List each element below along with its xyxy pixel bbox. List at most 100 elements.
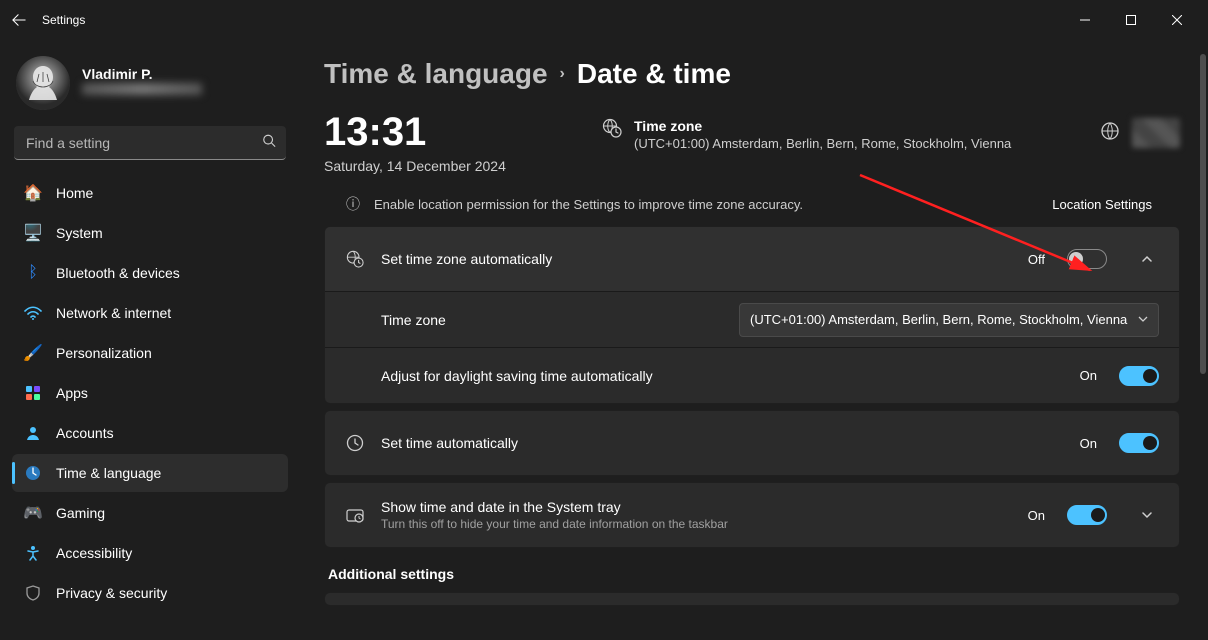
shield-icon — [24, 584, 42, 602]
systray-toggle[interactable] — [1067, 505, 1107, 525]
accessibility-icon — [24, 544, 42, 562]
taskbar-clock-icon — [345, 506, 365, 524]
location-settings-link[interactable]: Location Settings — [1052, 197, 1152, 212]
sidebar-item-accounts[interactable]: Accounts — [12, 414, 288, 452]
user-email — [82, 83, 202, 95]
chevron-down-icon — [1138, 312, 1148, 327]
globe-clock-icon — [345, 250, 365, 268]
systray-card: Show time and date in the System tray Tu… — [324, 482, 1180, 548]
maximize-button[interactable] — [1108, 4, 1154, 36]
current-time: 13:31 — [324, 112, 574, 152]
select-value: (UTC+01:00) Amsterdam, Berlin, Bern, Rom… — [750, 312, 1127, 327]
globe-clock-icon — [602, 118, 622, 143]
auto-time-card: Set time automatically On — [324, 410, 1180, 476]
row-title: Show time and date in the System tray — [381, 499, 1012, 515]
sidebar-item-label: System — [56, 225, 103, 241]
region-block — [1100, 118, 1180, 148]
collapse-button[interactable] — [1135, 247, 1159, 271]
gamepad-icon: 🎮 — [24, 504, 42, 522]
header-row: 13:31 Saturday, 14 December 2024 Time zo… — [324, 112, 1180, 174]
breadcrumb-current: Date & time — [577, 58, 731, 90]
auto-time-row: Set time automatically On — [325, 411, 1179, 475]
breadcrumb: Time & language › Date & time — [324, 58, 1180, 90]
sidebar-item-label: Apps — [56, 385, 88, 401]
user-name: Vladimir P. — [82, 66, 202, 82]
section-header-additional: Additional settings — [328, 566, 1180, 582]
sidebar-item-label: Accounts — [56, 425, 114, 441]
home-icon: 🏠 — [24, 184, 42, 202]
timezone-label: Time zone — [634, 118, 1011, 134]
apps-icon — [24, 384, 42, 402]
search-wrap — [14, 126, 286, 160]
dst-toggle[interactable] — [1119, 366, 1159, 386]
search-icon — [262, 134, 276, 153]
row-subtitle: Turn this off to hide your time and date… — [381, 517, 1012, 531]
sidebar-item-apps[interactable]: Apps — [12, 374, 288, 412]
sidebar-item-gaming[interactable]: 🎮 Gaming — [12, 494, 288, 532]
row-title: Adjust for daylight saving time automati… — [381, 368, 1064, 384]
clock-icon — [345, 434, 365, 452]
maximize-icon — [1126, 15, 1136, 25]
sidebar-item-personalization[interactable]: 🖌️ Personalization — [12, 334, 288, 372]
nav-list: 🏠 Home 🖥️ System ᛒBluetooth & devices Netw… — [12, 174, 288, 612]
sidebar-item-privacy[interactable]: Privacy & security — [12, 574, 288, 612]
sidebar-item-label: Gaming — [56, 505, 105, 521]
sidebar: Vladimir P. 🏠 Home 🖥️ System ᛒBluetooth & … — [0, 40, 300, 640]
window-controls — [1062, 4, 1200, 36]
sidebar-item-network[interactable]: Network & internet — [12, 294, 288, 332]
timezone-select[interactable]: (UTC+01:00) Amsterdam, Berlin, Bern, Rom… — [739, 303, 1159, 337]
sidebar-item-time-language[interactable]: Time & language — [12, 454, 288, 492]
brush-icon: 🖌️ — [24, 344, 42, 362]
auto-time-toggle[interactable] — [1119, 433, 1159, 453]
scrollbar[interactable] — [1200, 54, 1206, 374]
sidebar-item-label: Bluetooth & devices — [56, 265, 180, 281]
chevron-down-icon — [1141, 509, 1153, 521]
sidebar-item-label: Time & language — [56, 465, 161, 481]
sidebar-item-home[interactable]: 🏠 Home — [12, 174, 288, 212]
back-button[interactable] — [8, 9, 30, 31]
sidebar-item-label: Home — [56, 185, 93, 201]
globe-icon — [1100, 121, 1120, 146]
systray-row: Show time and date in the System tray Tu… — [325, 483, 1179, 547]
wifi-icon — [24, 304, 42, 322]
clock-globe-icon — [24, 464, 42, 482]
user-profile[interactable]: Vladimir P. — [12, 40, 288, 124]
toggle-state: On — [1080, 368, 1097, 383]
toggle-state: On — [1028, 508, 1045, 523]
system-icon: 🖥️ — [24, 224, 42, 242]
sidebar-item-bluetooth[interactable]: ᛒBluetooth & devices — [12, 254, 288, 292]
app-title: Settings — [42, 13, 85, 27]
sidebar-item-label: Network & internet — [56, 305, 171, 321]
auto-timezone-toggle[interactable] — [1067, 249, 1107, 269]
current-date: Saturday, 14 December 2024 — [324, 158, 574, 174]
region-value-redacted — [1132, 118, 1180, 148]
toggle-state: Off — [1028, 252, 1045, 267]
sidebar-item-label: Accessibility — [56, 545, 132, 561]
time-block: 13:31 Saturday, 14 December 2024 — [324, 112, 574, 174]
minimize-icon — [1080, 15, 1090, 25]
row-title: Set time zone automatically — [381, 251, 1012, 267]
expand-button[interactable] — [1135, 503, 1159, 527]
sidebar-item-label: Privacy & security — [56, 585, 167, 601]
row-title: Time zone — [381, 312, 723, 328]
sidebar-item-accessibility[interactable]: Accessibility — [12, 534, 288, 572]
titlebar: Settings — [0, 0, 1208, 40]
close-button[interactable] — [1154, 4, 1200, 36]
auto-timezone-card: Set time zone automatically Off Time zon… — [324, 226, 1180, 404]
sidebar-item-label: Personalization — [56, 345, 152, 361]
dst-row: Adjust for daylight saving time automati… — [325, 347, 1179, 403]
timezone-block: Time zone (UTC+01:00) Amsterdam, Berlin,… — [602, 118, 1072, 151]
titlebar-left: Settings — [8, 9, 85, 31]
timezone-value: (UTC+01:00) Amsterdam, Berlin, Bern, Rom… — [634, 136, 1011, 151]
minimize-button[interactable] — [1062, 4, 1108, 36]
location-banner: ⓘ Enable location permission for the Set… — [324, 186, 1180, 226]
breadcrumb-parent[interactable]: Time & language — [324, 58, 548, 90]
info-icon: ⓘ — [346, 194, 360, 214]
banner-text: Enable location permission for the Setti… — [374, 197, 1038, 212]
arrow-left-icon — [12, 13, 26, 27]
chevron-up-icon — [1141, 253, 1153, 265]
avatar — [16, 56, 70, 110]
sidebar-item-system[interactable]: 🖥️ System — [12, 214, 288, 252]
search-input[interactable] — [14, 126, 286, 160]
additional-card-cut — [324, 592, 1180, 606]
